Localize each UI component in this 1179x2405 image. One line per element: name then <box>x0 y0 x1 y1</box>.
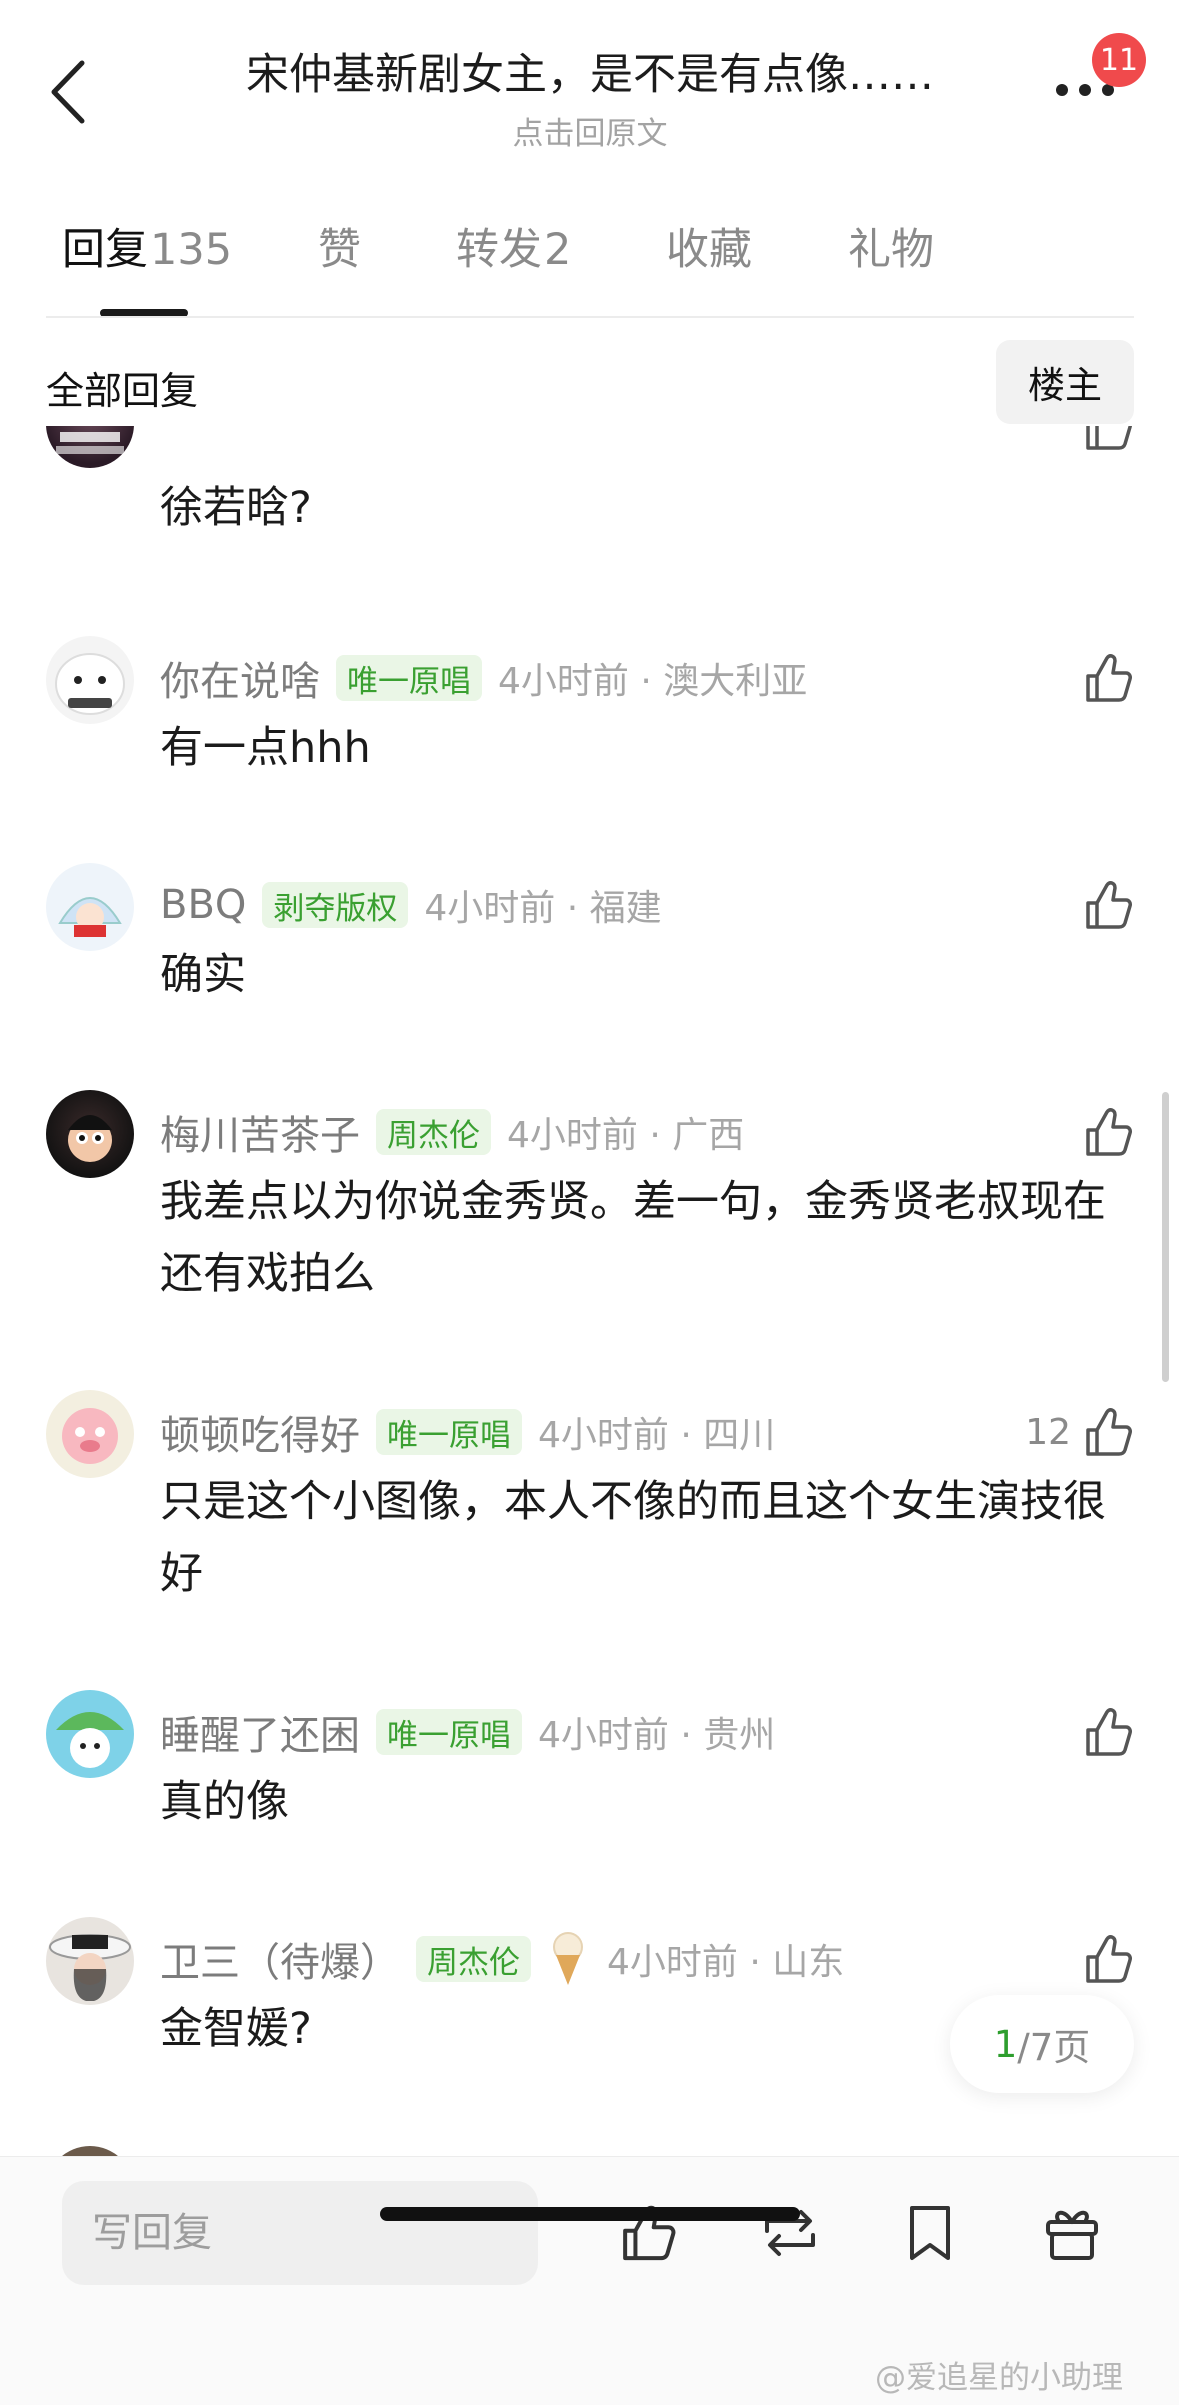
avatar[interactable] <box>46 1390 134 1478</box>
tab-replies[interactable]: 回复135 <box>62 215 232 277</box>
tab-label: 收藏 <box>666 225 752 275</box>
user-tag: 唯一原唱 <box>336 655 482 701</box>
gift-icon <box>1046 2210 1098 2260</box>
time-location: 4小时前 · 四川 <box>538 1415 776 1456</box>
owner-filter-button[interactable]: 楼主 <box>996 340 1134 424</box>
like-icon[interactable] <box>1080 1404 1136 1460</box>
tab-label: 回复 <box>62 225 148 275</box>
like-icon[interactable] <box>1080 426 1136 454</box>
time-location: 4小时前 · 广西 <box>507 1115 745 1156</box>
comment-text: 有一点hhh <box>160 723 371 773</box>
user-tag: 周杰伦 <box>416 1936 531 1982</box>
avatar[interactable] <box>46 1690 134 1778</box>
avatar[interactable] <box>46 1917 134 2005</box>
comment-text: 我差点以为你说金秀贤。差一句，金秀贤老叔现在还有戏拍么 <box>160 1177 1106 1299</box>
username[interactable]: 梅川苦茶子 <box>160 1103 360 1161</box>
user-tag: 剥夺版权 <box>262 882 409 928</box>
avatar[interactable] <box>46 2146 134 2156</box>
comment-meta: 梅川苦茶子 周杰伦 4小时前 · 广西 <box>160 1104 744 1160</box>
user-tag: 唯一原唱 <box>376 1409 522 1455</box>
like-icon[interactable] <box>1080 1931 1136 1987</box>
user-tag: 周杰伦 <box>376 1109 491 1155</box>
top-bar: 宋仲基新剧女主，是不是有点像…… 点击回原文 11 <box>0 0 1179 180</box>
bookmark-icon <box>910 2206 950 2260</box>
avatar[interactable] <box>46 636 134 724</box>
comment-meta: 卫三（待爆） 周杰伦 4小时前 · 山东 <box>160 1931 844 1987</box>
tab-label: 转发 <box>456 225 542 275</box>
tab-bar: 回复135 赞 转发2 收藏 礼物 <box>0 215 1179 317</box>
avatar[interactable] <box>46 863 134 951</box>
comment-meta: 你在说啥 唯一原唱 4小时前 · 澳大利亚 <box>160 650 807 706</box>
username[interactable]: 睡醒了还困 <box>160 1703 360 1761</box>
scrollbar[interactable] <box>1162 1092 1169 1382</box>
like-icon[interactable] <box>1080 877 1136 933</box>
divider <box>46 316 1134 318</box>
tab-label: 赞 <box>318 225 361 275</box>
tab-favorites[interactable]: 收藏 <box>666 215 752 277</box>
post-title: 宋仲基新剧女主，是不是有点像…… <box>246 50 934 100</box>
tab-reposts[interactable]: 转发2 <box>456 215 571 277</box>
comment-meta: 睡醒了还困 唯一原唱 4小时前 · 贵州 <box>160 1704 775 1760</box>
avatar[interactable] <box>46 1090 134 1178</box>
comment-text: 只是这个小图像，本人不像的而且这个女生演技很好 <box>160 1477 1106 1599</box>
username[interactable]: 卫三（待爆） <box>160 1930 400 1988</box>
ice-cream-icon <box>545 1931 591 1987</box>
total-pages: /7页 <box>1017 2026 1091 2069</box>
like-icon[interactable] <box>1080 650 1136 706</box>
comment-text: 徐若晗? <box>160 483 312 533</box>
home-indicator <box>380 2207 800 2221</box>
current-page: 1 <box>993 2022 1018 2066</box>
post-title-area[interactable]: 宋仲基新剧女主，是不是有点像…… 点击回原文 <box>180 40 1000 153</box>
time-location: 4小时前 · 澳大利亚 <box>498 661 808 702</box>
user-tag: 唯一原唱 <box>376 1709 522 1755</box>
bookmark-button[interactable] <box>890 2193 970 2273</box>
watermark: @爱追星的小助理 <box>875 2360 1123 2396</box>
gift-button[interactable] <box>1032 2193 1112 2273</box>
comment-meta: 顿顿吃得好 唯一原唱 4小时前 · 四川 <box>160 1404 775 1460</box>
page-indicator[interactable]: 1/7页 <box>950 1995 1134 2093</box>
back-to-original-link[interactable]: 点击回原文 <box>180 108 1000 153</box>
comment-text: 确实 <box>160 950 246 1000</box>
avatar[interactable] <box>46 426 134 468</box>
time-location: 4小时前 · 福建 <box>424 888 662 929</box>
username[interactable]: 你在说啥 <box>160 649 320 707</box>
comment-text: 真的像 <box>160 1777 289 1827</box>
like-icon[interactable] <box>1080 1104 1136 1160</box>
tab-gifts[interactable]: 礼物 <box>848 215 934 277</box>
repost-button[interactable] <box>750 2193 830 2273</box>
username[interactable]: BBQ <box>160 882 246 928</box>
username[interactable]: 顿顿吃得好 <box>160 1403 360 1461</box>
time-location: 4小时前 · 贵州 <box>538 1715 776 1756</box>
comment-list: 徐若晗? 你在说啥 唯一原唱 4小时前 · 澳大利亚 有一点hhh BBQ 剥夺… <box>0 426 1179 2156</box>
tab-count: 135 <box>150 225 233 275</box>
comment-meta: BBQ 剥夺版权 4小时前 · 福建 <box>160 877 662 933</box>
back-icon <box>51 60 85 124</box>
more-icon <box>1056 84 1114 96</box>
all-replies-label: 全部回复 <box>46 369 199 413</box>
back-button[interactable] <box>38 52 98 132</box>
like-button[interactable] <box>608 2193 688 2273</box>
tab-count: 2 <box>544 225 572 275</box>
like-count: 12 <box>1025 1411 1071 1453</box>
like-icon[interactable] <box>1080 1704 1136 1760</box>
tab-likes[interactable]: 赞 <box>318 215 361 277</box>
notification-badge: 11 <box>1092 33 1146 87</box>
tab-label: 礼物 <box>848 225 934 275</box>
reply-input[interactable] <box>62 2181 538 2285</box>
time-location: 4小时前 · 山东 <box>607 1942 845 1983</box>
